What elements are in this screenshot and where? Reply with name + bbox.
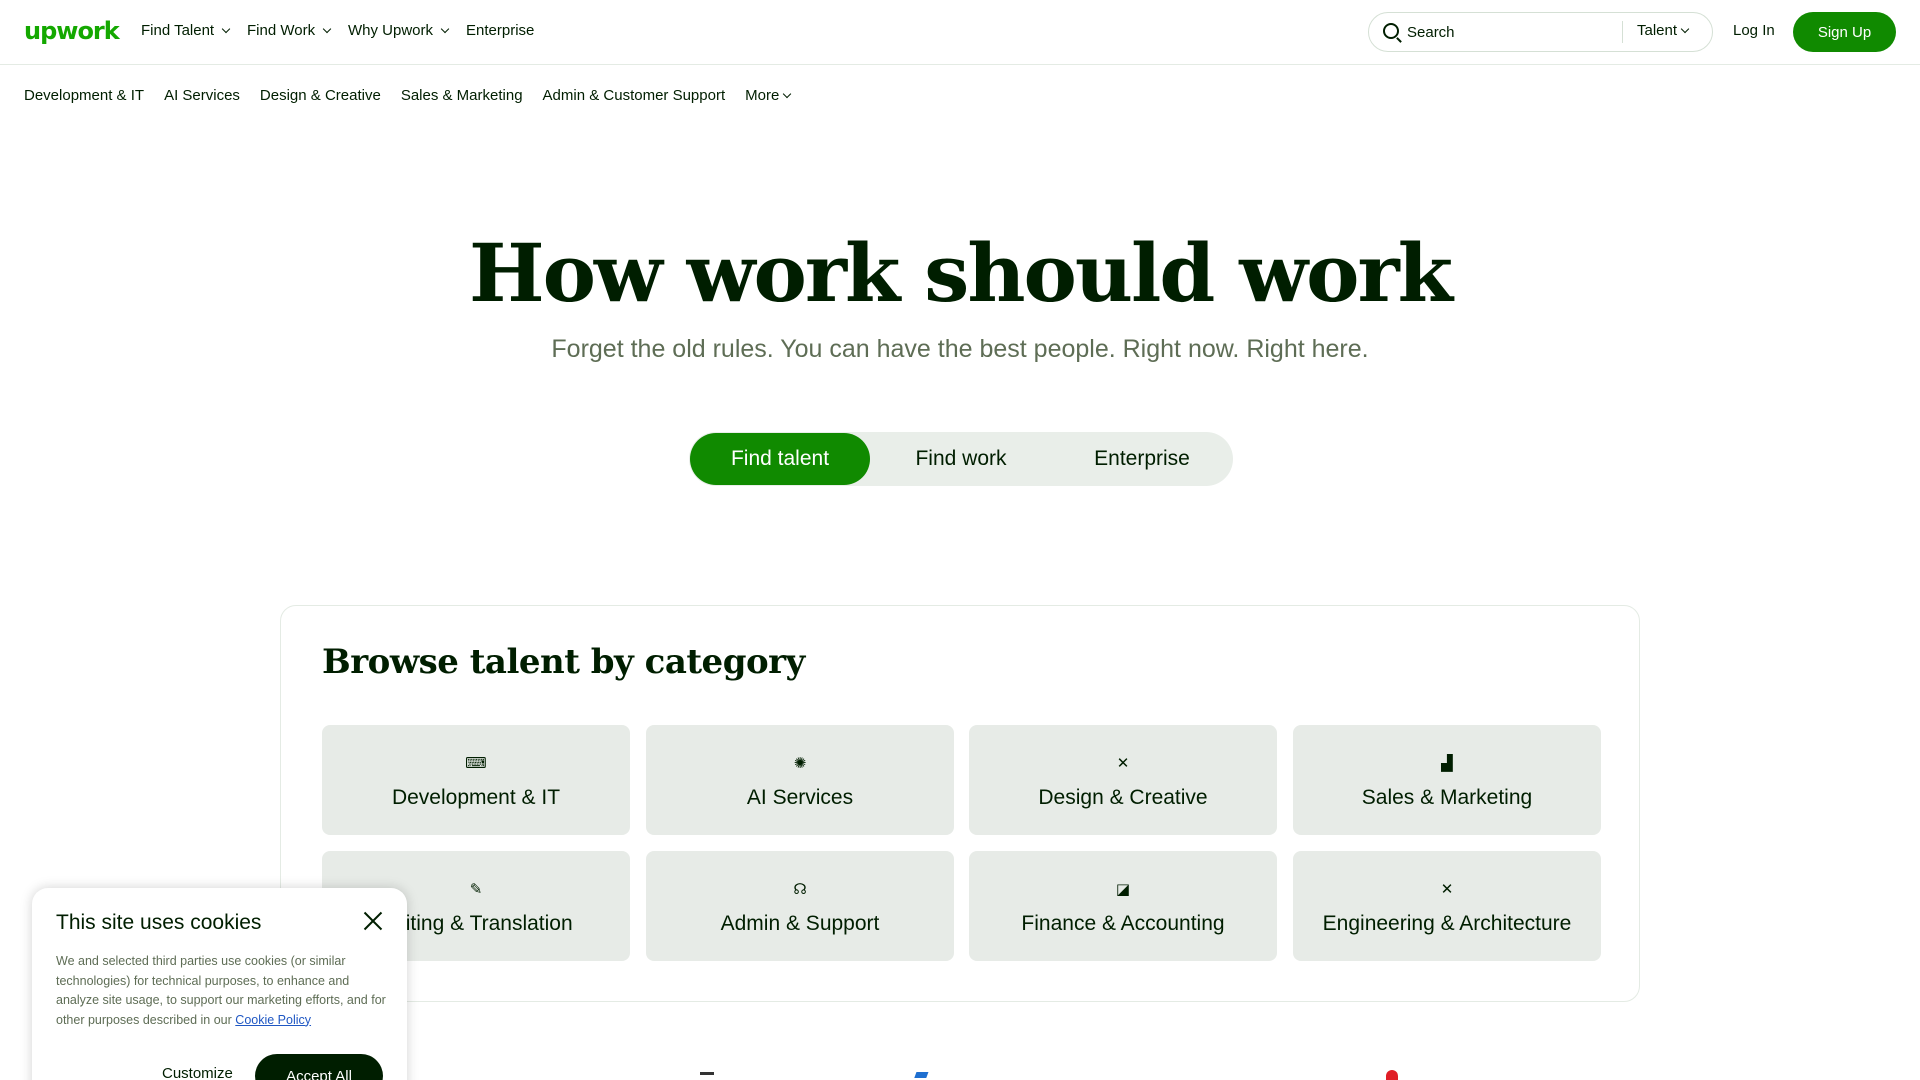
category-more-label: More: [745, 87, 780, 104]
brain-icon: ✺: [793, 755, 807, 772]
search-icon[interactable]: [1383, 23, 1399, 39]
nav-find-talent[interactable]: Find Talent: [141, 22, 231, 39]
category-tile-ai-services[interactable]: ✺ AI Services: [646, 725, 954, 835]
growth-chart-icon: ▟: [1441, 755, 1453, 772]
pen-icon: ✎: [469, 881, 483, 898]
close-icon[interactable]: [362, 910, 384, 932]
category-tile-label: Sales & Marketing: [1361, 786, 1533, 809]
browse-categories-card: Browse talent by category ⌨ Development …: [280, 605, 1640, 1002]
browse-title: Browse talent by category: [322, 642, 805, 682]
category-link-ai-services[interactable]: AI Services: [164, 87, 240, 104]
chevron-down-icon: [440, 24, 450, 34]
category-tile-label: Writing & Translation: [379, 912, 573, 935]
chevron-down-icon: [783, 89, 792, 99]
chevron-down-icon: [221, 24, 231, 34]
client-logo-partial: [700, 1072, 714, 1080]
toggle-find-work[interactable]: Find work: [871, 433, 1051, 485]
category-link-development-it[interactable]: Development & IT: [24, 87, 144, 104]
cookie-customize-button[interactable]: Customize: [162, 1065, 233, 1080]
category-more-dropdown[interactable]: More: [745, 87, 792, 104]
search-divider: [1622, 21, 1623, 43]
nav-enterprise[interactable]: Enterprise: [466, 22, 534, 39]
hero-title: How work should work: [468, 226, 1453, 320]
hero-subtitle: Forget the old rules. You can have the b…: [551, 335, 1369, 363]
nav-enterprise-label: Enterprise: [466, 22, 535, 39]
audience-toggle: Find talent Find work Enterprise: [689, 432, 1233, 486]
category-tile-label: Development & IT: [391, 786, 561, 809]
client-logo-partial: [913, 1072, 929, 1080]
category-tile-admin-support[interactable]: ☊ Admin & Support: [646, 851, 954, 961]
category-link-admin-support[interactable]: Admin & Customer Support: [543, 87, 726, 104]
category-link-design-creative[interactable]: Design & Creative: [260, 87, 381, 104]
search-scope-label: Talent: [1637, 22, 1678, 39]
ruler-pencil-icon: ✕: [1440, 881, 1454, 898]
cookie-accept-all-button[interactable]: Accept All: [255, 1054, 383, 1080]
category-tile-label: Design & Creative: [1038, 786, 1208, 809]
upwork-logo[interactable]: upwork: [24, 17, 120, 45]
category-link-sales-marketing[interactable]: Sales & Marketing: [401, 87, 523, 104]
category-tile-label: Admin & Support: [720, 912, 880, 935]
line-chart-icon: ◪: [1115, 881, 1131, 898]
toggle-find-talent[interactable]: Find talent: [690, 433, 870, 485]
chevron-down-icon: [1680, 24, 1690, 34]
signup-button[interactable]: Sign Up: [1793, 12, 1896, 52]
category-tile-label: AI Services: [746, 786, 854, 809]
nav-why-upwork-label: Why Upwork: [348, 22, 434, 39]
login-link[interactable]: Log In: [1733, 22, 1775, 39]
chevron-down-icon: [322, 24, 332, 34]
nav-find-work-label: Find Work: [247, 22, 316, 39]
cookie-consent-dialog: This site uses cookies We and selected t…: [32, 888, 407, 1080]
headset-icon: ☊: [793, 881, 807, 898]
cookie-policy-link[interactable]: Cookie Policy: [235, 1013, 311, 1027]
category-tile-label: Engineering & Architecture: [1322, 912, 1572, 935]
category-tile-engineering-architecture[interactable]: ✕ Engineering & Architecture: [1293, 851, 1601, 961]
category-tile-finance-accounting[interactable]: ◪ Finance & Accounting: [969, 851, 1277, 961]
category-tile-development-it[interactable]: ⌨ Development & IT: [322, 725, 630, 835]
cookie-title: This site uses cookies: [56, 911, 262, 934]
nav-find-work[interactable]: Find Work: [247, 22, 332, 39]
code-window-icon: ⌨: [465, 755, 487, 772]
cookie-body-text: We and selected third parties use cookie…: [56, 952, 386, 1030]
top-navigation: upwork Find Talent Find Work Why Upwork …: [0, 0, 1920, 65]
category-tile-design-creative[interactable]: ✕ Design & Creative: [969, 725, 1277, 835]
client-logo-partial: [1386, 1070, 1398, 1080]
category-bar: Development & IT AI Services Design & Cr…: [24, 87, 810, 104]
design-tools-icon: ✕: [1116, 755, 1130, 772]
cookie-body-copy: We and selected third parties use cookie…: [56, 954, 386, 1027]
nav-why-upwork[interactable]: Why Upwork: [348, 22, 450, 39]
category-tile-sales-marketing[interactable]: ▟ Sales & Marketing: [1293, 725, 1601, 835]
nav-find-talent-label: Find Talent: [141, 22, 215, 39]
search-bar: Talent: [1368, 12, 1713, 52]
toggle-enterprise[interactable]: Enterprise: [1052, 433, 1232, 485]
search-input[interactable]: [1407, 21, 1617, 43]
category-tile-label: Finance & Accounting: [1021, 912, 1225, 935]
search-scope-dropdown[interactable]: Talent: [1637, 22, 1690, 39]
